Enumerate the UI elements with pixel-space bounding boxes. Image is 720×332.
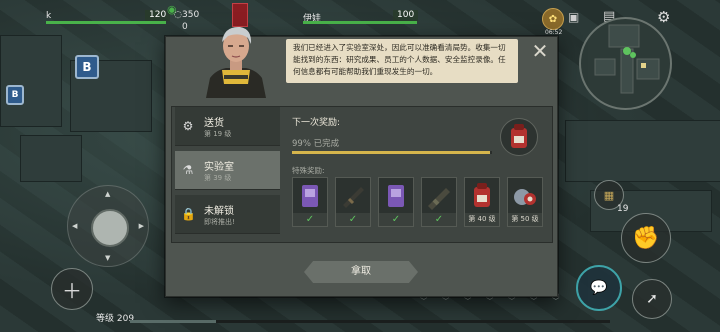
tab-name: 送货	[204, 118, 224, 129]
stat-zero: 0	[182, 22, 188, 32]
story-text: 我们已经进入了实验室深处，因此可以准确看清局势。收集一切能找到的东西：研究成果、…	[286, 39, 518, 83]
tab-locked[interactable]: 🔒 未解锁 即将推出!	[175, 195, 280, 234]
companion-hp-value: 100	[393, 10, 419, 21]
joystick-knob[interactable]	[91, 209, 129, 247]
gear-icon[interactable]: ⚙	[657, 9, 673, 25]
ammo-count: 19	[617, 204, 629, 214]
coin-icon: ◌	[174, 10, 182, 20]
reward-slot[interactable]: 第 50 级	[507, 177, 543, 227]
event-icon[interactable]: ✿	[542, 8, 564, 30]
next-reward-label: 下一次奖励:	[292, 118, 341, 128]
claimed-check-icon: ✓	[422, 213, 456, 226]
arrow-down-icon: ▼	[105, 254, 111, 262]
tab-lab[interactable]: ⚗ 实验室 第 39 级	[175, 151, 280, 190]
season-tabs: ⚙ 送货 第 19 级 ⚗ 实验室 第 39 级 🔒 未解锁 即将推出!	[172, 107, 282, 242]
delivery-icon: ⚙	[182, 119, 194, 133]
claim-button[interactable]: 拿取	[304, 261, 418, 283]
progress-bar	[292, 151, 492, 154]
progress-fill	[292, 151, 490, 154]
companion-health-bar	[303, 21, 417, 24]
reward-panel: ⚙ 送货 第 19 级 ⚗ 实验室 第 39 级 🔒 未解锁 即将推出! 下一次…	[171, 106, 553, 243]
claimed-check-icon: ✓	[379, 213, 413, 226]
purple-card-icon	[388, 185, 404, 207]
reward-slot[interactable]: ✓	[335, 177, 371, 227]
tab-name: 未解锁	[204, 206, 234, 217]
player-name: k	[46, 11, 52, 21]
reward-slot[interactable]: ✓	[421, 177, 457, 227]
sprint-button[interactable]: ➚	[632, 279, 672, 319]
plus-icon: ＋	[62, 278, 82, 303]
next-reward-item[interactable]	[500, 118, 538, 156]
lab-flask-icon: ⚗	[182, 163, 194, 177]
claimed-check-icon: ✓	[293, 213, 327, 226]
clock-text: 06:52	[545, 29, 563, 36]
arrow-up-icon: ▲	[105, 190, 111, 198]
tab-level: 第 39 级	[204, 174, 232, 182]
movement-joystick[interactable]: ▲ ▼ ◀ ▶	[67, 185, 149, 267]
wall-block	[0, 35, 62, 127]
reward-slot[interactable]: ✓	[378, 177, 414, 227]
crate-icon: ▦	[603, 188, 615, 202]
gift-icon[interactable]: ▣	[568, 10, 582, 24]
heal-plus-button[interactable]: ＋	[51, 268, 93, 310]
punch-attack-button[interactable]: ✊	[621, 213, 671, 263]
rewards-area: 下一次奖励: 99% 已完成 特殊奖励: ✓ ✓ ✓ ✓ 第 40 级 第 50…	[286, 107, 549, 242]
red-backpack-icon	[511, 124, 527, 148]
chat-button[interactable]: 💬	[576, 265, 622, 311]
eva-portrait	[206, 26, 266, 98]
reward-slot[interactable]: ✓	[292, 177, 328, 227]
minimap-map	[594, 24, 660, 94]
minimap[interactable]	[579, 17, 672, 110]
helmet-gear-icon	[514, 189, 536, 205]
fist-icon: ✊	[632, 225, 660, 251]
tab-name: 实验室	[204, 162, 234, 173]
wall-block	[565, 120, 720, 182]
run-icon: ➚	[646, 291, 658, 307]
locker-block	[20, 135, 82, 182]
reward-level-requirement: 第 50 级	[508, 213, 542, 226]
purple-card-icon	[302, 185, 318, 207]
arrow-right-icon: ▶	[138, 222, 144, 230]
tab-level: 即将推出!	[204, 218, 235, 226]
special-rewards-label: 特殊奖励:	[292, 166, 325, 175]
chat-bubble-icon: 💬	[590, 280, 608, 296]
stat-value: 350	[182, 10, 200, 20]
battle-pass-dialog: 我们已经进入了实验室深处，因此可以准确看清局势。收集一切能找到的东西：研究成果、…	[165, 26, 558, 297]
progress-text: 99% 已完成	[292, 139, 340, 149]
close-icon[interactable]: ✕	[529, 40, 551, 62]
red-backpack-icon	[474, 183, 490, 207]
tab-level: 第 19 级	[204, 130, 232, 138]
reward-level-requirement: 第 40 级	[465, 213, 499, 226]
claimed-check-icon: ✓	[336, 213, 370, 226]
reward-slot[interactable]: 第 40 级	[464, 177, 500, 227]
player-health-bar	[46, 21, 166, 24]
special-rewards-row: ✓ ✓ ✓ ✓ 第 40 级 第 50 级	[292, 177, 544, 229]
heavy-rifle-icon	[428, 188, 450, 210]
sign-b-icon: B	[75, 55, 99, 79]
rifle-icon	[343, 187, 364, 208]
lock-icon: 🔒	[181, 207, 196, 221]
sign-b-icon: B	[6, 85, 24, 105]
player-level: 等级 209	[96, 314, 135, 324]
tab-delivery[interactable]: ⚙ 送货 第 19 级	[175, 107, 280, 146]
experience-bar	[130, 320, 610, 323]
arrow-left-icon: ◀	[72, 222, 78, 230]
